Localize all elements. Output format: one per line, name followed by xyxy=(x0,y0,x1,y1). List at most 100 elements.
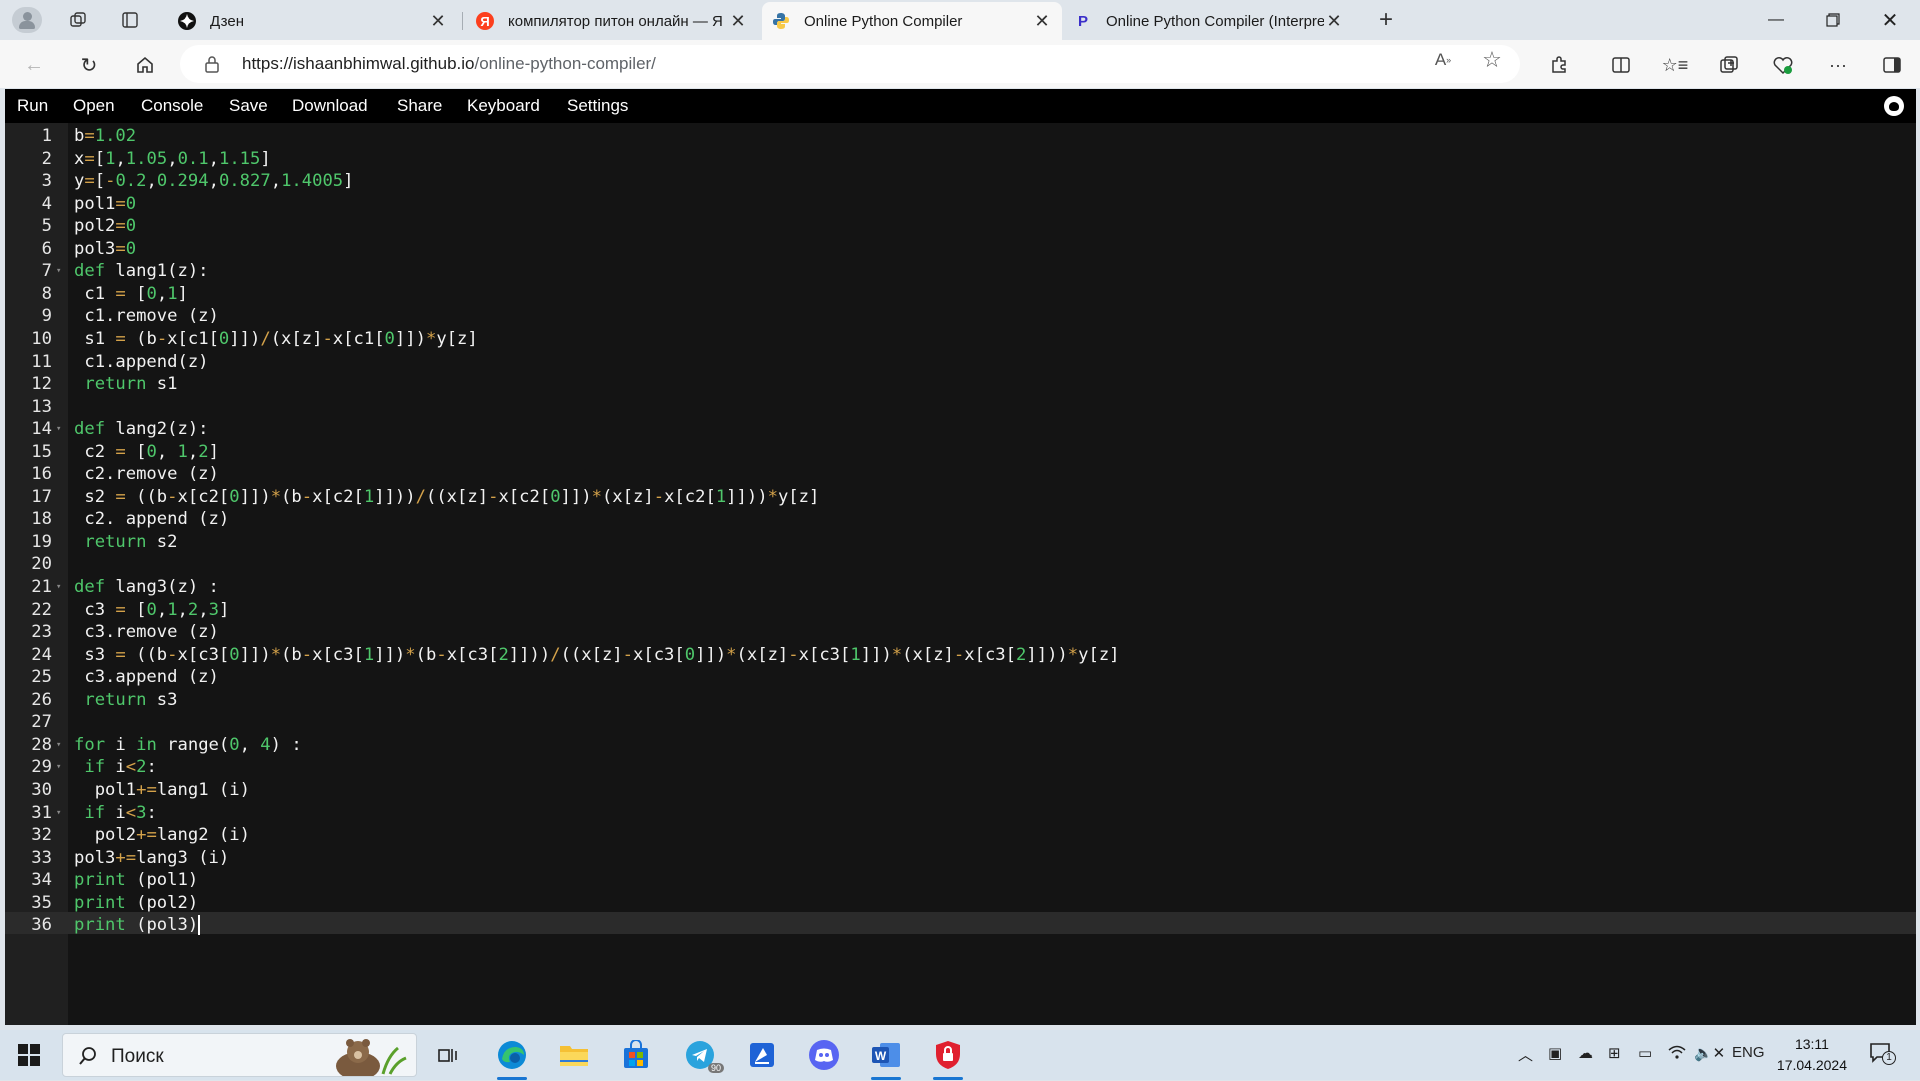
code-line[interactable]: 36 print (pol3) xyxy=(5,914,1916,937)
code-line[interactable]: 15 c2 = [0, 1,2] xyxy=(5,441,1916,464)
close-icon[interactable]: ✕ xyxy=(1032,11,1052,31)
code-line[interactable]: 12 return s1 xyxy=(5,373,1916,396)
microsoft-store-icon[interactable] xyxy=(618,1037,654,1073)
system-clock[interactable]: 13:11 17.04.2024 xyxy=(1777,1034,1847,1076)
sidebar-toggle-icon[interactable] xyxy=(1876,49,1908,81)
input-language[interactable]: ENG xyxy=(1732,1044,1765,1061)
download-button[interactable]: Download xyxy=(292,96,368,116)
keyboard-button[interactable]: Keyboard xyxy=(467,96,540,116)
code-line[interactable]: 28 ▾ for i in range(0, 4) : xyxy=(5,734,1916,757)
code-line[interactable]: 22 c3 = [0,1,2,3] xyxy=(5,599,1916,622)
split-screen-icon[interactable] xyxy=(1605,49,1637,81)
minimize-icon[interactable]: — xyxy=(1748,0,1804,40)
code-line[interactable]: 3 y=[-0.2,0.294,0.827,1.4005] xyxy=(5,170,1916,193)
tab-programiz[interactable]: P Online Python Compiler (Interpre ✕ xyxy=(1064,2,1354,40)
update-check-icon[interactable]: ⊞ xyxy=(1608,1044,1621,1062)
code-line[interactable]: 8 c1 = [0,1] xyxy=(5,283,1916,306)
volume-muted-icon[interactable]: 🔈✕ xyxy=(1694,1044,1725,1062)
profile-avatar-icon[interactable] xyxy=(12,7,42,33)
telegram-icon[interactable]: 90 xyxy=(682,1037,724,1073)
code-line[interactable]: 27 xyxy=(5,711,1916,734)
code-line[interactable]: 14 ▾ def lang2(z): xyxy=(5,418,1916,441)
document-reader-icon[interactable] xyxy=(744,1037,780,1073)
close-icon[interactable]: ✕ xyxy=(728,11,748,31)
task-view-icon[interactable] xyxy=(430,1037,466,1073)
onedrive-cloud-icon[interactable]: ☁ xyxy=(1578,1044,1593,1062)
home-icon[interactable] xyxy=(129,49,161,81)
windows-start-icon[interactable] xyxy=(18,1044,40,1066)
workspaces-icon[interactable] xyxy=(62,6,94,34)
tab-zen[interactable]: Дзен ✕ xyxy=(168,2,458,40)
favorite-star-icon[interactable]: ☆ xyxy=(1481,47,1503,72)
meet-now-icon[interactable]: ▣ xyxy=(1548,1044,1562,1062)
lock-icon[interactable] xyxy=(202,54,222,74)
microsoft-word-icon[interactable]: W xyxy=(868,1037,904,1073)
collections-icon[interactable] xyxy=(1713,49,1745,81)
code-line[interactable]: 20 xyxy=(5,553,1916,576)
code-line[interactable]: 4 pol1=0 xyxy=(5,193,1916,216)
extensions-icon[interactable] xyxy=(1543,49,1575,81)
code-editor[interactable]: 1 b=1.02 2 x=[1,1.05,0.1,1.15] 3 y=[-0.2,0.29… xyxy=(5,123,1916,1025)
battery-icon[interactable]: ▭ xyxy=(1638,1044,1652,1062)
tab-online-python-compiler[interactable]: Online Python Compiler ✕ xyxy=(762,2,1062,40)
browser-essentials-icon[interactable] xyxy=(1767,49,1799,81)
save-button[interactable]: Save xyxy=(229,96,268,116)
code-line[interactable]: 1 b=1.02 xyxy=(5,125,1916,148)
fold-toggle-icon[interactable]: ▾ xyxy=(56,418,61,441)
settings-button[interactable]: Settings xyxy=(567,96,628,116)
code-line[interactable]: 6 pol3=0 xyxy=(5,238,1916,261)
file-explorer-icon[interactable] xyxy=(556,1037,592,1073)
code-line[interactable]: 11 c1.append(z) xyxy=(5,351,1916,374)
fold-toggle-icon[interactable]: ▾ xyxy=(56,576,61,599)
code-line[interactable]: 30 pol1+=lang1 (i) xyxy=(5,779,1916,802)
fold-toggle-icon[interactable]: ▾ xyxy=(56,734,61,757)
reload-icon[interactable]: ↻ xyxy=(73,49,105,81)
code-line[interactable]: 25 c3.append (z) xyxy=(5,666,1916,689)
share-button[interactable]: Share xyxy=(397,96,442,116)
fold-toggle-icon[interactable]: ▾ xyxy=(56,756,61,779)
fold-toggle-icon[interactable]: ▾ xyxy=(56,260,61,283)
close-icon[interactable]: ✕ xyxy=(428,11,448,31)
discord-icon[interactable] xyxy=(806,1037,842,1073)
code-line[interactable]: 35 print (pol2) xyxy=(5,892,1916,915)
tab-actions-icon[interactable] xyxy=(114,6,146,34)
taskbar-search-box[interactable]: Поиск xyxy=(62,1033,417,1080)
github-icon[interactable] xyxy=(1884,96,1904,116)
notification-center-icon[interactable]: 1 xyxy=(1868,1040,1896,1070)
edge-browser-icon[interactable] xyxy=(494,1037,530,1073)
more-options-icon[interactable]: ··· xyxy=(1822,49,1854,81)
open-button[interactable]: Open xyxy=(73,96,115,116)
code-line[interactable]: 16 c2.remove (z) xyxy=(5,463,1916,486)
close-window-icon[interactable]: ✕ xyxy=(1862,0,1918,40)
code-line[interactable]: 21 ▾ def lang3(z) : xyxy=(5,576,1916,599)
code-line[interactable]: 9 c1.remove (z) xyxy=(5,305,1916,328)
read-aloud-icon[interactable]: A» xyxy=(1432,49,1454,71)
fold-toggle-icon[interactable]: ▾ xyxy=(56,802,61,825)
code-line[interactable]: 2 x=[1,1.05,0.1,1.15] xyxy=(5,148,1916,171)
code-line[interactable]: 33 pol3+=lang3 (i) xyxy=(5,847,1916,870)
code-line[interactable]: 13 xyxy=(5,396,1916,419)
code-line[interactable]: 34 print (pol1) xyxy=(5,869,1916,892)
code-line[interactable]: 5 pol2=0 xyxy=(5,215,1916,238)
address-bar[interactable]: https://ishaanbhimwal.github.io/online-p… xyxy=(180,45,1520,83)
code-line[interactable]: 31 ▾ if i<3: xyxy=(5,802,1916,825)
code-line[interactable]: 7 ▾ def lang1(z): xyxy=(5,260,1916,283)
code-line[interactable]: 32 pol2+=lang2 (i) xyxy=(5,824,1916,847)
console-button[interactable]: Console xyxy=(141,96,203,116)
back-arrow-icon[interactable]: ← xyxy=(18,49,50,81)
code-line[interactable]: 24 s3 = ((b-x[c3[0]])*(b-x[c3[1]])*(b-x[… xyxy=(5,644,1916,667)
new-tab-plus-icon[interactable]: + xyxy=(1370,6,1402,34)
tab-yandex-search[interactable]: Я компилятор питон онлайн — Я ✕ xyxy=(466,2,758,40)
code-line[interactable]: 19 return s2 xyxy=(5,531,1916,554)
code-line[interactable]: 17 s2 = ((b-x[c2[0]])*(b-x[c2[1]]))/((x[… xyxy=(5,486,1916,509)
code-line[interactable]: 23 c3.remove (z) xyxy=(5,621,1916,644)
code-line[interactable]: 26 return s3 xyxy=(5,689,1916,712)
code-line[interactable]: 10 s1 = (b-x[c1[0]])/(x[z]-x[c1[0]])*y[z… xyxy=(5,328,1916,351)
wifi-icon[interactable] xyxy=(1668,1044,1686,1064)
run-button[interactable]: Run xyxy=(17,96,48,116)
restore-icon[interactable] xyxy=(1805,0,1861,40)
close-icon[interactable]: ✕ xyxy=(1324,11,1344,31)
code-line[interactable]: 29 ▾ if i<2: xyxy=(5,756,1916,779)
security-shield-icon[interactable] xyxy=(930,1037,966,1073)
favorites-icon[interactable]: ☆≡ xyxy=(1659,49,1691,81)
